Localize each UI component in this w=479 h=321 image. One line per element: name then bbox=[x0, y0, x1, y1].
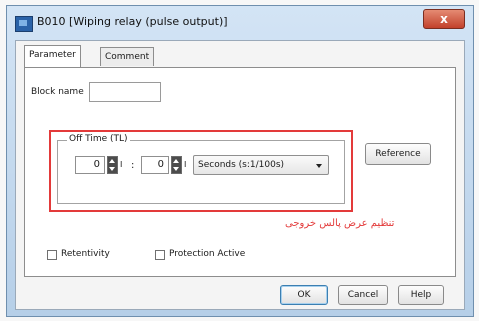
cancel-button[interactable]: Cancel bbox=[338, 285, 388, 305]
close-button[interactable]: x bbox=[423, 9, 465, 29]
protection-active-label: Protection Active bbox=[169, 249, 246, 259]
annotation-text: تنظیم عرض پالس خروجی bbox=[285, 218, 395, 229]
dialog-client-area: Parameter Comment Block name Off Time (T… bbox=[15, 40, 465, 310]
off-time-value-2[interactable]: 0 bbox=[141, 156, 169, 174]
reference-button[interactable]: Reference bbox=[365, 143, 431, 165]
window-title: B010 [Wiping relay (pulse output)] bbox=[37, 15, 228, 28]
protection-active-checkbox[interactable] bbox=[155, 250, 165, 260]
unit-1-label: I bbox=[120, 160, 123, 169]
retentivity-checkbox[interactable] bbox=[47, 250, 57, 260]
timebase-select[interactable]: Seconds (s:1/100s) bbox=[193, 155, 329, 175]
spin-up-icon[interactable] bbox=[172, 157, 181, 165]
app-icon bbox=[15, 16, 33, 32]
time-separator: : bbox=[131, 160, 135, 171]
dialog-window: B010 [Wiping relay (pulse output)] x Par… bbox=[6, 5, 474, 317]
tab-parameter[interactable]: Parameter bbox=[24, 45, 81, 67]
retentivity-label: Retentivity bbox=[61, 249, 110, 259]
parameter-panel: Block name Off Time (TL) 0 I : 0 I Secon… bbox=[24, 67, 456, 277]
block-name-label: Block name bbox=[31, 87, 84, 97]
spin-up-icon[interactable] bbox=[108, 157, 117, 165]
block-name-input[interactable] bbox=[89, 82, 161, 102]
tab-comment[interactable]: Comment bbox=[100, 47, 155, 66]
spin-down-icon[interactable] bbox=[108, 165, 117, 173]
ok-button[interactable]: OK bbox=[280, 285, 328, 305]
spinner-1[interactable] bbox=[107, 156, 118, 174]
off-time-label: Off Time (TL) bbox=[67, 134, 130, 144]
chevron-down-icon bbox=[316, 164, 322, 168]
unit-2-label: I bbox=[184, 160, 187, 169]
spinner-2[interactable] bbox=[171, 156, 182, 174]
timebase-value: Seconds (s:1/100s) bbox=[198, 160, 285, 170]
spin-down-icon[interactable] bbox=[172, 165, 181, 173]
off-time-value-1[interactable]: 0 bbox=[75, 156, 105, 174]
title-bar[interactable]: B010 [Wiping relay (pulse output)] x bbox=[7, 6, 473, 40]
help-button[interactable]: Help bbox=[398, 285, 444, 305]
